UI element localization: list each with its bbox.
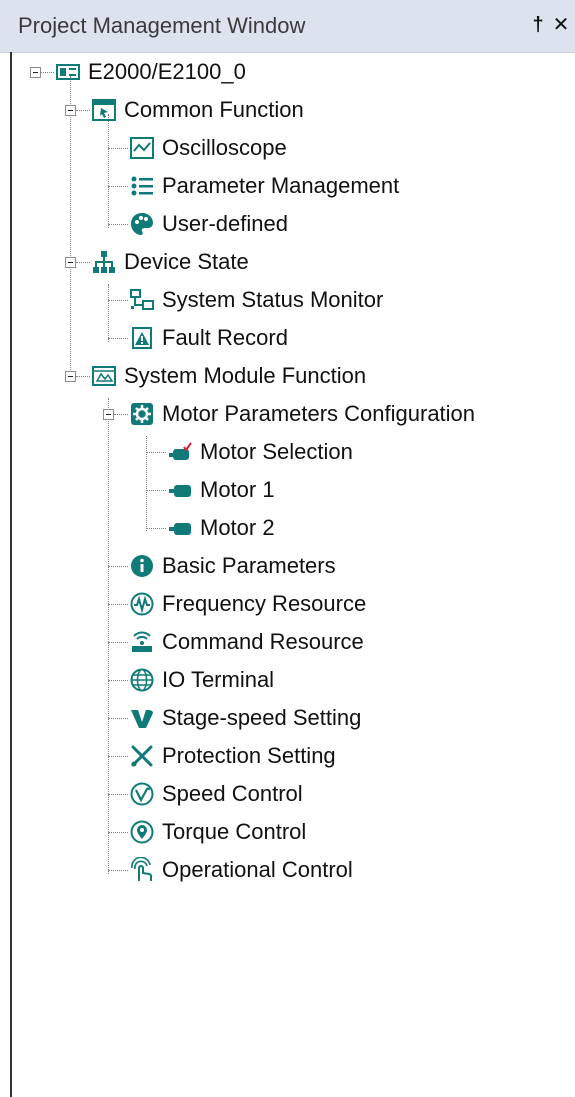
hierarchy-icon (90, 248, 118, 276)
collapse-system-module-toggle[interactable] (65, 371, 76, 382)
tree-item-motor-selection[interactable]: Motor Selection (166, 433, 353, 471)
motor-icon (166, 476, 194, 504)
collapse-device-state-toggle[interactable] (65, 257, 76, 268)
tree-item-oscilloscope[interactable]: Oscilloscope (128, 129, 287, 167)
collapse-root-toggle[interactable] (30, 67, 41, 78)
pin-icon[interactable]: † (527, 12, 549, 38)
device-icon (54, 58, 82, 86)
location-pin-icon (128, 818, 156, 846)
tree-item-device-state[interactable]: Device State (90, 243, 249, 281)
list-icon (128, 172, 156, 200)
tree-item-parameter-management[interactable]: Parameter Management (128, 167, 399, 205)
palette-icon (128, 210, 156, 238)
window-title: Project Management Window (18, 13, 306, 38)
close-icon[interactable]: ✕ (550, 12, 572, 38)
tree-item-stage-speed-setting[interactable]: Stage-speed Setting (128, 699, 361, 737)
tree-item-protection-setting[interactable]: Protection Setting (128, 737, 336, 775)
collapse-common-function-toggle[interactable] (65, 105, 76, 116)
motor-icon (166, 514, 194, 542)
speed-icon (128, 780, 156, 808)
tree-item-speed-control[interactable]: Speed Control (128, 775, 303, 813)
tools-icon (128, 742, 156, 770)
tree-item-basic-parameters[interactable]: Basic Parameters (128, 547, 336, 585)
tree-item-frequency-resource[interactable]: Frequency Resource (128, 585, 366, 623)
touch-icon (128, 856, 156, 884)
tree-item-system-module-function[interactable]: System Module Function (90, 357, 366, 395)
collapse-motor-parameters-toggle[interactable] (103, 409, 114, 420)
tree-item-fault-record[interactable]: Fault Record (128, 319, 288, 357)
motor-selection-icon (166, 438, 194, 466)
globe-icon (128, 666, 156, 694)
tree-item-common-function[interactable]: Common Function (90, 91, 304, 129)
oscilloscope-icon (128, 134, 156, 162)
frequency-icon (128, 590, 156, 618)
tree-item-motor-2[interactable]: Motor 2 (166, 509, 275, 547)
project-management-window: Project Management Window † ✕ E2000/E210… (0, 0, 575, 1097)
tree-item-motor-parameters-configuration[interactable]: Motor Parameters Configuration (128, 395, 475, 433)
gear-icon (128, 400, 156, 428)
tree-item-motor-1[interactable]: Motor 1 (166, 471, 275, 509)
tree-item-root[interactable]: E2000/E2100_0 (54, 53, 246, 91)
project-tree: E2000/E2100_0 Common Function Oscillosco… (0, 52, 575, 1097)
tree-item-torque-control[interactable]: Torque Control (128, 813, 306, 851)
tree-item-system-status-monitor[interactable]: System Status Monitor (128, 281, 383, 319)
fault-record-icon (128, 324, 156, 352)
info-icon (128, 552, 156, 580)
title-bar: Project Management Window † ✕ (0, 0, 575, 53)
status-monitor-icon (128, 286, 156, 314)
command-icon (128, 628, 156, 656)
module-icon (90, 362, 118, 390)
tree-item-user-defined[interactable]: User-defined (128, 205, 288, 243)
tree-item-io-terminal[interactable]: IO Terminal (128, 661, 274, 699)
tree-item-command-resource[interactable]: Command Resource (128, 623, 364, 661)
tree-item-operational-control[interactable]: Operational Control (128, 851, 353, 889)
function-icon (90, 96, 118, 124)
v-icon (128, 704, 156, 732)
